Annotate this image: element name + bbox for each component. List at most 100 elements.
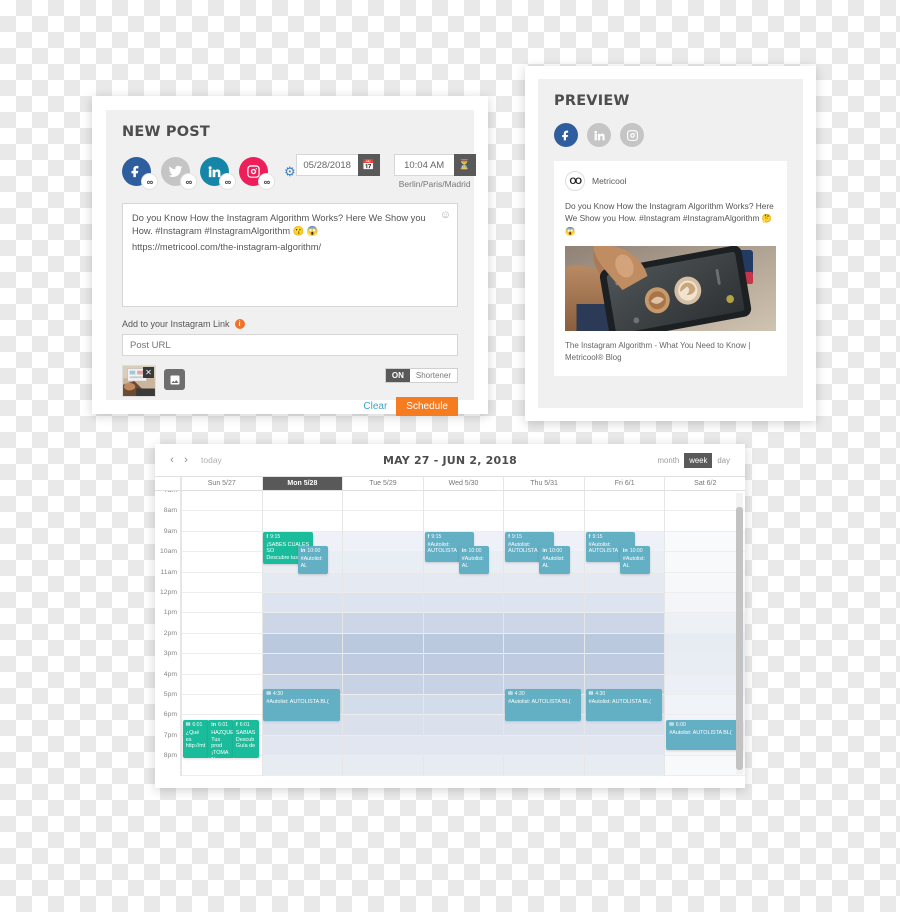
hour-slot[interactable] [584,654,665,675]
hour-slot[interactable] [504,572,584,593]
hour-slot[interactable] [182,552,262,573]
hour-slot[interactable] [423,654,504,675]
hour-slot[interactable] [504,735,584,757]
hour-slot[interactable] [262,633,343,655]
hour-slot[interactable] [262,511,343,532]
hour-slot[interactable] [584,511,665,532]
hour-slot[interactable] [262,572,343,593]
clear-button[interactable]: Clear [363,401,387,412]
hour-slot[interactable] [343,531,423,553]
date-input[interactable] [295,154,358,176]
hour-slot[interactable] [423,613,504,634]
hour-slot[interactable] [182,593,262,614]
hour-slot[interactable] [665,694,745,716]
hour-slot[interactable] [504,613,584,634]
hour-slot[interactable] [343,633,423,655]
view-button-day[interactable]: day [712,453,735,468]
chevron-left-icon[interactable]: ‹ [165,454,179,466]
hour-slot[interactable] [182,675,262,695]
hour-slot[interactable] [343,674,423,695]
clock-icon[interactable]: ⏳ [453,154,476,176]
time-input[interactable] [393,154,454,176]
day-header-thu[interactable]: Thu 5/31 [503,477,584,490]
hour-slot[interactable] [343,552,423,573]
view-button-week[interactable]: week [684,452,713,468]
hour-slot[interactable] [665,654,745,675]
hour-slot[interactable] [182,491,262,512]
hour-slot[interactable] [584,572,665,593]
calendar-column-sat[interactable]: ✉ 6:00 #Autolist: AUTOLISTA BL( [664,491,745,776]
hour-slot[interactable] [504,654,584,675]
hour-slot[interactable] [584,613,665,634]
hour-slot[interactable] [423,674,504,695]
chevron-right-icon[interactable]: › [179,454,193,466]
calendar-scrollbar[interactable] [736,493,743,774]
hour-slot[interactable] [584,633,665,655]
hour-slot[interactable] [262,756,343,776]
hour-slot[interactable] [665,633,745,655]
hour-slot[interactable] [504,592,584,614]
calendar-event[interactable]: ✉ 4:30 #Autolist: AUTOLISTA BL( [505,689,582,721]
image-icon[interactable] [164,369,185,390]
hour-slot[interactable] [665,511,745,532]
info-icon[interactable]: i [234,319,245,329]
hour-slot[interactable] [584,491,665,512]
hour-slot[interactable] [182,573,262,593]
post-url-input[interactable] [122,334,458,356]
hour-slot[interactable] [182,756,262,776]
hour-slot[interactable] [423,491,504,512]
hour-slot[interactable] [343,715,423,736]
hour-slot[interactable] [504,633,584,655]
hour-slot[interactable] [343,654,423,675]
close-icon[interactable]: ✕ [143,367,154,378]
hour-slot[interactable] [262,613,343,634]
calendar-event[interactable]: in 10:00 #Autolist: AL [619,546,651,574]
shortener-toggle[interactable]: ON Shortener [384,368,458,383]
view-button-month[interactable]: month [653,453,685,468]
hour-slot[interactable] [665,552,745,573]
hour-slot[interactable] [665,592,745,614]
hour-slot[interactable] [182,613,262,634]
network-toggle-instagram[interactable]: ∞ [239,157,275,190]
hour-slot[interactable] [343,735,423,757]
hour-slot[interactable] [584,592,665,614]
calendar-event[interactable]: in 10:00 #Autolist: AL [458,546,489,574]
hour-slot[interactable] [504,511,584,532]
calendar-event[interactable]: ✉ 4:30 #Autolist: AUTOLISTA BL( [585,689,663,721]
hour-slot[interactable] [182,654,262,675]
hour-slot[interactable] [665,613,745,634]
preview-tab-facebook[interactable] [554,123,578,147]
hour-slot[interactable] [343,694,423,716]
hour-slot[interactable] [343,491,423,512]
hour-slot[interactable] [423,592,504,614]
hour-slot[interactable] [343,572,423,593]
schedule-button[interactable]: Schedule [396,397,458,416]
hour-slot[interactable] [423,735,504,757]
calendar-column-wed[interactable]: f 9:15 #Autolist: AUTOLISTA in 10:00 #Autolis… [422,491,504,776]
calendar-column-tue[interactable] [342,491,423,776]
hour-slot[interactable] [665,491,745,512]
day-header-sun[interactable]: Sun 5/27 [181,477,262,490]
calendar-column-fri[interactable]: f 9:15 #Autolist: AUTOLISTA in 10:00 #Autolis… [583,491,665,776]
calendar-event[interactable]: in 10:00 #Autolist: AL [539,546,570,574]
network-toggle-facebook[interactable]: ∞ [122,157,158,190]
calendar-event[interactable]: ✉ 4:30 #Autolist: AUTOLISTA BL( [263,689,340,721]
day-header-fri[interactable]: Fri 6/1 [583,477,665,490]
hour-slot[interactable] [262,592,343,614]
hour-slot[interactable] [584,735,665,757]
today-button[interactable]: today [201,455,222,465]
preview-tab-linkedin[interactable] [587,123,611,147]
calendar-column-thu[interactable]: f 9:15 #Autolist: AUTOLISTA in 10:00 #Autolis… [503,491,584,776]
calendar-event[interactable]: ✉ 6:00 #Autolist: AUTOLISTA BL( [666,720,743,750]
hour-slot[interactable] [423,633,504,655]
gear-icon[interactable]: ⚙ [284,164,296,180]
calendar-icon[interactable]: 📅 [357,154,380,176]
calendar-column-sun[interactable]: ✉ 6:01 ¿Qué es http://mt in 6:01 HAZQUE Tus pro… [181,491,262,776]
day-header-wed[interactable]: Wed 5/30 [422,477,504,490]
hour-slot[interactable] [584,756,665,776]
hour-slot[interactable] [504,491,584,512]
network-toggle-linkedin[interactable]: ∞ [200,157,236,190]
attachment-thumbnail[interactable]: ✕ [122,365,156,397]
hour-slot[interactable] [343,511,423,532]
calendar-column-mon[interactable]: f 9:15 ¡SABES CUALES SO Descubre tus c in 10:… [261,491,343,776]
